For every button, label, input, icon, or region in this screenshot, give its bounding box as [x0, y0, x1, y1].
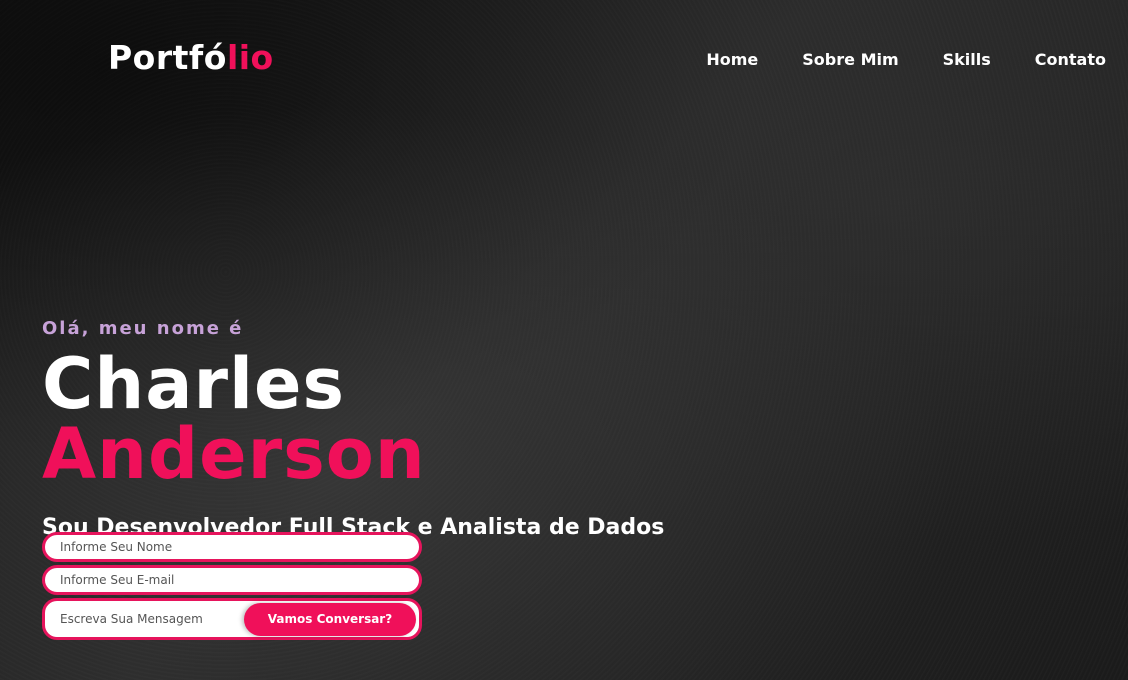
nav-item-home[interactable]: Home: [706, 50, 758, 69]
contact-form: Vamos Conversar?: [42, 532, 422, 643]
nav-item-contato[interactable]: Contato: [1035, 50, 1106, 69]
nav-item-sobre-mim[interactable]: Sobre Mim: [802, 50, 898, 69]
hero-greeting: Olá, meu nome é: [42, 318, 244, 339]
hero-section: Olá, meu nome é Charles Anderson Sou Des…: [42, 318, 742, 540]
site-logo[interactable]: Portfólio: [108, 38, 274, 77]
name-field-wrapper: [42, 532, 422, 562]
hero-last-name: Anderson: [42, 413, 426, 495]
submit-button[interactable]: Vamos Conversar?: [244, 602, 416, 636]
main-nav: Home Sobre Mim Skills Contato: [706, 50, 1106, 69]
logo-main-text: Portfó: [108, 38, 227, 77]
email-field-wrapper: [42, 565, 422, 595]
nav-item-skills[interactable]: Skills: [943, 50, 991, 69]
email-input[interactable]: [60, 573, 419, 587]
site-header: Portfólio Home Sobre Mim Skills Contato: [0, 0, 1128, 120]
logo-accent-text: lio: [226, 38, 274, 77]
message-input[interactable]: [60, 612, 244, 626]
hero-name: Charles Anderson: [42, 349, 742, 489]
message-field-wrapper: Vamos Conversar?: [42, 598, 422, 640]
name-input[interactable]: [60, 540, 419, 554]
